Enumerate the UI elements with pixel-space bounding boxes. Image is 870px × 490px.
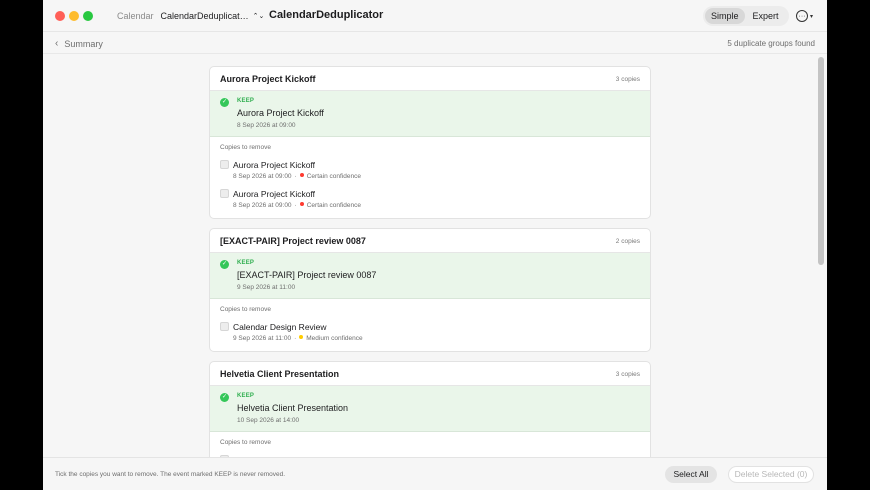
ellipsis-circle-icon: ··· [796, 10, 808, 22]
copy-confidence: Certain confidence [306, 173, 361, 180]
copies-to-remove-label: Copies to remove [220, 144, 271, 151]
keep-tag: KEEP [237, 393, 255, 399]
copies-to-remove: Copies to remove [210, 432, 650, 457]
copy-title: Calendar Design Review [233, 322, 327, 332]
copy-date: 8 Sep 2026 at 09:00 [233, 173, 292, 180]
copy-checkbox[interactable] [220, 160, 229, 169]
groups-found-count: 5 duplicate groups found [727, 39, 815, 48]
group-copy-count: 2 copies [615, 238, 640, 245]
copy-date: 9 Sep 2026 at 11:00 [233, 335, 292, 342]
chevron-left-icon: ‹ [55, 38, 59, 49]
sub-header: ‹ Summary 5 duplicate groups found [43, 32, 827, 54]
copy-meta: 9 Sep 2026 at 11:00 · Medium confidence [233, 335, 363, 342]
duplicate-group-card: Helvetia Client Presentation 3 copies ✓ … [209, 361, 651, 457]
mode-simple-button[interactable]: Simple [705, 8, 745, 24]
select-all-button[interactable]: Select All [665, 466, 717, 483]
keep-event-title: Aurora Project Kickoff [237, 108, 324, 118]
copy-date: 8 Sep 2026 at 09:00 [233, 202, 292, 209]
back-label: Summary [64, 38, 103, 49]
mode-expert-button[interactable]: Expert [747, 8, 785, 24]
copy-row[interactable]: Aurora Project Kickoff 8 Sep 2026 at 09:… [220, 160, 640, 186]
updown-chevron-icon: ⌃⌄ [252, 13, 265, 20]
keep-event: ✓ KEEP Helvetia Client Presentation 10 S… [210, 386, 650, 432]
close-window-button[interactable] [55, 11, 65, 21]
group-header: Aurora Project Kickoff 3 copies [210, 67, 650, 91]
confidence-dot-icon [299, 202, 304, 206]
keep-event: ✓ KEEP [EXACT-PAIR] Project review 0087 … [210, 253, 650, 299]
keep-tag: KEEP [237, 260, 255, 266]
group-title: Aurora Project Kickoff [220, 74, 316, 84]
app-window: Calendar CalendarDeduplicat… ⌃⌄ Calendar… [43, 0, 827, 490]
vertical-scrollbar[interactable] [817, 55, 825, 457]
group-title: Helvetia Client Presentation [220, 369, 340, 379]
duplicate-group-card: Aurora Project Kickoff 3 copies ✓ KEEP A… [209, 66, 651, 219]
duplicate-groups-list[interactable]: Aurora Project Kickoff 3 copies ✓ KEEP A… [43, 55, 827, 457]
footer-bar: Tick the copies you want to remove. The … [43, 457, 827, 490]
checkmark-circle-icon: ✓ [220, 393, 229, 402]
copy-title: Aurora Project Kickoff [233, 160, 316, 170]
confidence-dot-icon [299, 335, 304, 339]
zoom-window-button[interactable] [83, 11, 93, 21]
keep-event-date: 10 Sep 2026 at 14:00 [237, 417, 300, 424]
keep-event-title: Helvetia Client Presentation [237, 403, 349, 413]
checkmark-circle-icon: ✓ [220, 98, 229, 107]
copy-confidence: Certain confidence [306, 202, 361, 209]
copies-to-remove: Copies to remove Aurora Project Kickoff … [210, 137, 650, 218]
minimize-window-button[interactable] [69, 11, 79, 21]
title-bar: Calendar CalendarDeduplicat… ⌃⌄ Calendar… [43, 0, 827, 32]
footer-hint: Tick the copies you want to remove. The … [55, 471, 286, 478]
keep-event: ✓ KEEP Aurora Project Kickoff 8 Sep 2026… [210, 91, 650, 137]
calendar-picker[interactable]: Calendar CalendarDeduplicat… ⌃⌄ [103, 5, 264, 27]
group-copy-count: 3 copies [615, 76, 640, 83]
delete-selected-button[interactable]: Delete Selected (0) [728, 466, 814, 483]
copy-row[interactable]: Aurora Project Kickoff 8 Sep 2026 at 09:… [220, 189, 640, 215]
copy-checkbox[interactable] [220, 322, 229, 331]
copy-confidence: Medium confidence [306, 335, 363, 342]
copies-to-remove-label: Copies to remove [220, 439, 271, 446]
window-title: CalendarDeduplicator [269, 9, 384, 21]
scrollbar-thumb[interactable] [818, 57, 824, 265]
copy-checkbox[interactable] [220, 189, 229, 198]
keep-event-date: 9 Sep 2026 at 11:00 [237, 284, 296, 291]
group-copy-count: 3 copies [615, 371, 640, 378]
calendar-picker-label: Calendar [117, 11, 154, 21]
back-to-summary-button[interactable]: ‹ Summary [55, 38, 103, 49]
copies-to-remove-label: Copies to remove [220, 306, 271, 313]
calendar-picker-value: CalendarDeduplicat… [160, 11, 249, 21]
copy-meta: 8 Sep 2026 at 09:00 · Certain confidence [233, 173, 361, 180]
mode-segmented-control: Simple Expert [703, 6, 789, 26]
keep-event-date: 8 Sep 2026 at 09:00 [237, 122, 296, 129]
copy-title: Aurora Project Kickoff [233, 189, 316, 199]
copy-row[interactable]: Calendar Design Review 9 Sep 2026 at 11:… [220, 322, 640, 348]
copy-meta: 8 Sep 2026 at 09:00 · Certain confidence [233, 202, 361, 209]
keep-event-title: [EXACT-PAIR] Project review 0087 [237, 270, 377, 280]
group-title: [EXACT-PAIR] Project review 0087 [220, 236, 366, 246]
group-header: Helvetia Client Presentation 3 copies [210, 362, 650, 386]
chevron-down-icon: ▾ [810, 13, 814, 20]
more-menu-button[interactable]: ··· ▾ [796, 8, 818, 24]
group-header: [EXACT-PAIR] Project review 0087 2 copie… [210, 229, 650, 253]
checkmark-circle-icon: ✓ [220, 260, 229, 269]
confidence-dot-icon [299, 173, 304, 177]
copies-to-remove: Copies to remove Calendar Design Review … [210, 299, 650, 351]
keep-tag: KEEP [237, 98, 255, 104]
duplicate-group-card: [EXACT-PAIR] Project review 0087 2 copie… [209, 228, 651, 352]
